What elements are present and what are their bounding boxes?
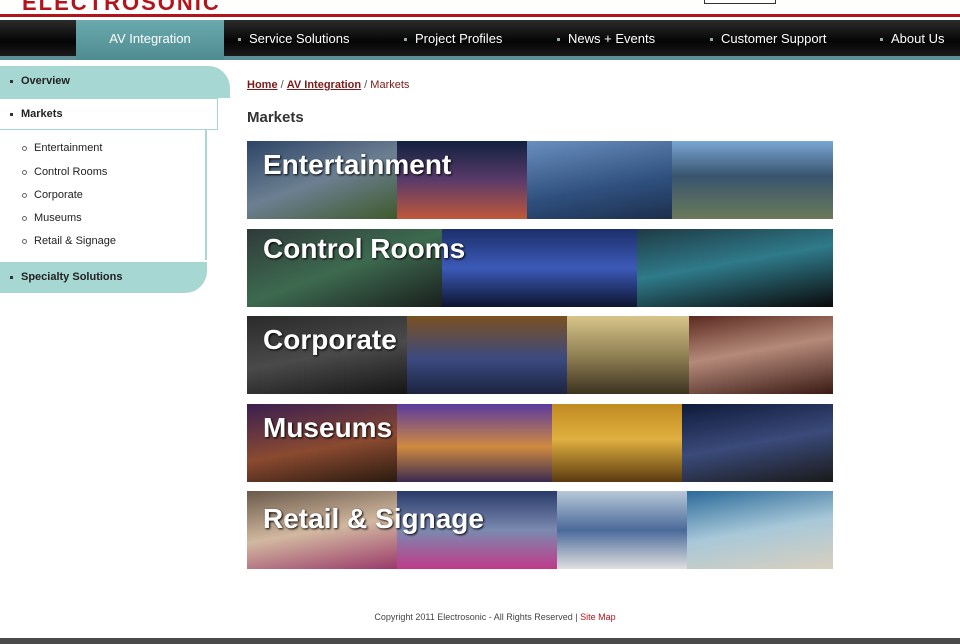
sidebar-subitem-museums[interactable]: Museums bbox=[22, 212, 82, 224]
bullet-icon bbox=[10, 275, 13, 279]
banner-label: Corporate bbox=[263, 324, 397, 355]
banner-photo bbox=[567, 316, 689, 394]
sidebar-item-specialty-solutions[interactable]: Specialty Solutions bbox=[0, 262, 207, 293]
bullet-icon bbox=[238, 38, 241, 42]
nav-label: Customer Support bbox=[721, 31, 827, 46]
nav-label: AV Integration bbox=[109, 31, 191, 46]
sidebar-item-label: Markets bbox=[21, 108, 63, 120]
nav-project-profiles[interactable]: Project Profiles bbox=[404, 20, 502, 60]
banner-photo bbox=[557, 491, 687, 569]
nav-customer-support[interactable]: Customer Support bbox=[710, 20, 827, 60]
banner-label: Museums bbox=[263, 412, 393, 443]
market-banner-entertainment[interactable]: Entertainment bbox=[247, 141, 833, 219]
banner-photo bbox=[687, 491, 833, 569]
sidebar-subitem-retail-signage[interactable]: Retail & Signage bbox=[22, 235, 116, 247]
sidebar-subitem-entertainment[interactable]: Entertainment bbox=[22, 142, 102, 154]
circle-bullet-icon bbox=[22, 238, 27, 244]
sidebar-subitem-corporate[interactable]: Corporate bbox=[22, 189, 83, 201]
nav-label: Project Profiles bbox=[415, 31, 503, 46]
circle-bullet-icon bbox=[22, 215, 27, 221]
footer-bar bbox=[0, 638, 960, 644]
breadcrumb-home-link[interactable]: Home bbox=[247, 79, 278, 91]
market-banner-retail-signage[interactable]: Retail & Signage bbox=[247, 491, 833, 569]
footer-sitemap-link[interactable]: Site Map bbox=[580, 612, 616, 622]
banner-photo bbox=[407, 316, 567, 394]
footer: Copyright 2011 Electrosonic - All Rights… bbox=[0, 612, 960, 622]
header-divider bbox=[0, 14, 960, 17]
banner-photo bbox=[672, 141, 833, 219]
sidebar-item-label: Overview bbox=[21, 75, 70, 87]
market-banner-museums[interactable]: Museums bbox=[247, 404, 833, 482]
market-banner-corporate[interactable]: Corporate bbox=[247, 316, 833, 394]
bullet-icon bbox=[880, 38, 883, 42]
nav-label: Service Solutions bbox=[249, 31, 350, 46]
sidebar-subitem-label: Museums bbox=[34, 212, 82, 224]
banner-label: Control Rooms bbox=[263, 233, 466, 264]
breadcrumb-section-link[interactable]: AV Integration bbox=[287, 79, 361, 91]
sidebar-item-overview[interactable]: Overview bbox=[0, 66, 230, 98]
banner-photo bbox=[527, 141, 672, 219]
breadcrumb-current: Markets bbox=[370, 79, 410, 91]
banner-photo bbox=[442, 229, 637, 307]
nav-label: About Us bbox=[891, 31, 945, 46]
bullet-icon bbox=[10, 112, 13, 116]
sidebar-submenu: Entertainment Control Rooms Corporate Mu… bbox=[0, 130, 207, 260]
sidebar-subitem-label: Corporate bbox=[34, 189, 83, 201]
nav-about-us[interactable]: About Us bbox=[880, 20, 944, 60]
header-search-box[interactable] bbox=[704, 0, 776, 4]
sidebar-subitem-control-rooms[interactable]: Control Rooms bbox=[22, 166, 107, 178]
nav-av-integration[interactable]: AV Integration bbox=[76, 20, 224, 60]
sidebar-item-label: Specialty Solutions bbox=[21, 271, 123, 283]
circle-bullet-icon bbox=[22, 192, 27, 198]
sidebar-item-markets[interactable]: Markets bbox=[0, 98, 218, 130]
main-nav: AV Integration Service Solutions Project… bbox=[0, 20, 960, 60]
banner-photo bbox=[682, 404, 833, 482]
bullet-icon bbox=[557, 38, 560, 42]
sidebar: Overview Markets Entertainment Control R… bbox=[0, 66, 230, 296]
circle-bullet-icon bbox=[22, 169, 27, 175]
breadcrumb: Home / AV Integration / Markets bbox=[247, 79, 409, 91]
bullet-icon bbox=[404, 38, 407, 42]
banner-label: Entertainment bbox=[263, 149, 452, 180]
nav-service-solutions[interactable]: Service Solutions bbox=[238, 20, 349, 60]
banner-label: Retail & Signage bbox=[263, 503, 484, 534]
circle-bullet-icon bbox=[22, 145, 27, 151]
banner-photo bbox=[689, 316, 833, 394]
nav-label: News + Events bbox=[568, 31, 656, 46]
sidebar-subitem-label: Control Rooms bbox=[34, 166, 108, 178]
bullet-icon bbox=[710, 38, 713, 42]
sidebar-subitem-label: Retail & Signage bbox=[34, 235, 116, 247]
breadcrumb-separator: / bbox=[280, 79, 284, 91]
nav-news-events[interactable]: News + Events bbox=[557, 20, 655, 60]
market-banner-control-rooms[interactable]: Control Rooms bbox=[247, 229, 833, 307]
bullet-icon bbox=[10, 79, 13, 83]
banner-photo bbox=[552, 404, 682, 482]
footer-copyright: Copyright 2011 Electrosonic - All Rights… bbox=[374, 612, 578, 622]
breadcrumb-separator: / bbox=[364, 79, 368, 91]
banner-photo bbox=[637, 229, 833, 307]
banner-photo bbox=[397, 404, 552, 482]
page-title: Markets bbox=[247, 109, 304, 126]
sidebar-subitem-label: Entertainment bbox=[34, 142, 103, 154]
